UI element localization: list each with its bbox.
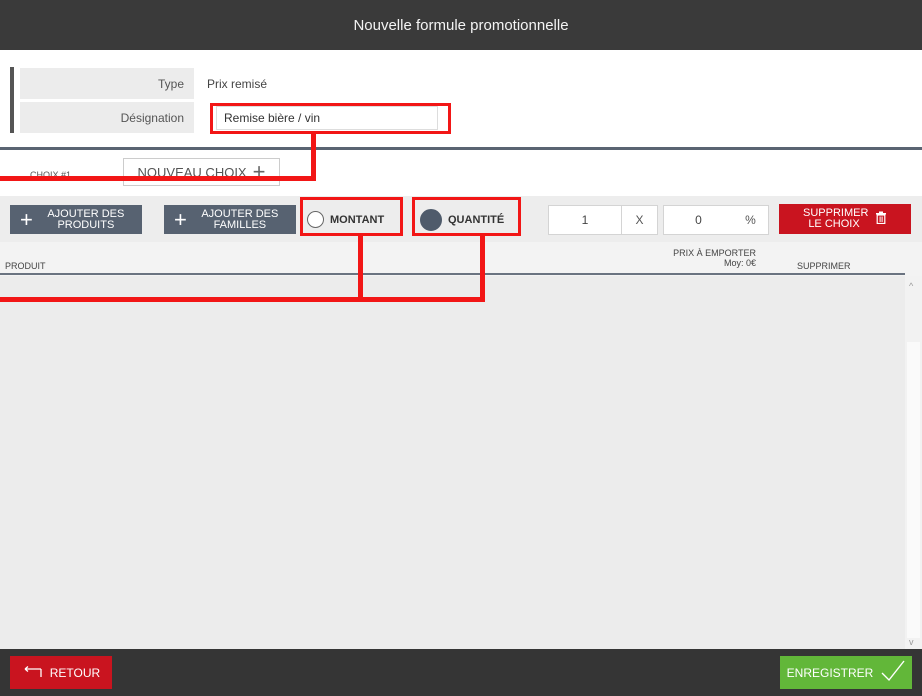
plus-icon: + — [252, 159, 266, 184]
delete-choice-label: SUPPRIMER LE CHOIX — [803, 207, 869, 230]
plus-icon: + — [20, 206, 33, 232]
page-title: Nouvelle formule promotionnelle — [353, 16, 569, 34]
designation-label: Désignation — [20, 102, 194, 133]
quantity-label: QUANTITÉ — [448, 213, 505, 226]
designation-input[interactable] — [216, 105, 438, 130]
scrollbar-thumb[interactable] — [907, 342, 920, 638]
designation-row: Désignation — [20, 102, 438, 133]
trash-icon — [875, 211, 887, 227]
type-value: Prix remisé — [207, 76, 268, 91]
add-families-button[interactable]: + AJOUTER DES FAMILLES — [164, 205, 296, 234]
scroll-up-icon[interactable]: ^ — [909, 281, 913, 291]
back-label: RETOUR — [49, 665, 101, 680]
new-choice-button[interactable]: NOUVEAU CHOIX + — [123, 158, 280, 186]
back-arrow-icon — [22, 664, 42, 681]
col-delete-header: SUPPRIMER — [797, 261, 851, 271]
amount-label: MONTANT — [330, 213, 385, 226]
back-button[interactable]: RETOUR — [10, 656, 112, 689]
col-price-header: PRIX À EMPORTER Moy: 0€ — [663, 248, 756, 268]
quantity-input[interactable] — [548, 205, 622, 235]
promo-info-panel: Type Prix remisé Désignation — [0, 50, 922, 150]
radio-off-icon — [307, 211, 324, 228]
type-label: Type — [20, 68, 194, 99]
radio-on-icon — [420, 208, 442, 231]
save-button[interactable]: ENREGISTRER — [780, 656, 912, 689]
add-products-button[interactable]: + AJOUTER DES PRODUITS — [10, 205, 142, 234]
delete-choice-button[interactable]: SUPPRIMER LE CHOIX — [779, 204, 911, 234]
quantity-radio[interactable]: QUANTITÉ — [420, 205, 504, 234]
percent-input[interactable] — [663, 205, 734, 235]
add-families-label: AJOUTER DES FAMILLES — [201, 207, 279, 231]
col-price-title: PRIX À EMPORTER — [673, 248, 756, 258]
col-price-average: Moy: 0€ — [723, 258, 756, 268]
header-bar: Nouvelle formule promotionnelle — [0, 0, 922, 50]
products-table-body — [0, 276, 905, 649]
add-products-label: AJOUTER DES PRODUITS — [47, 207, 125, 231]
plus-icon: + — [174, 206, 187, 232]
percent-suffix: % — [733, 205, 769, 235]
table-header-divider — [0, 273, 905, 275]
new-choice-label: NOUVEAU CHOIX — [137, 164, 247, 180]
col-product-header: PRODUIT — [5, 261, 46, 271]
panel-accent-bar — [10, 67, 14, 133]
type-row: Type Prix remisé — [20, 68, 267, 99]
tab-choice-1[interactable]: CHOIX #1 — [30, 170, 71, 180]
amount-radio[interactable]: MONTANT — [307, 205, 384, 234]
check-icon — [881, 660, 905, 685]
footer-bar: RETOUR ENREGISTRER — [0, 649, 922, 696]
scroll-down-icon[interactable]: v — [909, 637, 914, 647]
quantity-suffix: X — [622, 205, 658, 235]
products-table-header: PRODUIT PRIX À EMPORTER Moy: 0€ SUPPRIME… — [0, 242, 922, 276]
choices-bar: CHOIX #1 NOUVEAU CHOIX + — [0, 150, 922, 196]
save-label: ENREGISTRER — [786, 665, 874, 680]
